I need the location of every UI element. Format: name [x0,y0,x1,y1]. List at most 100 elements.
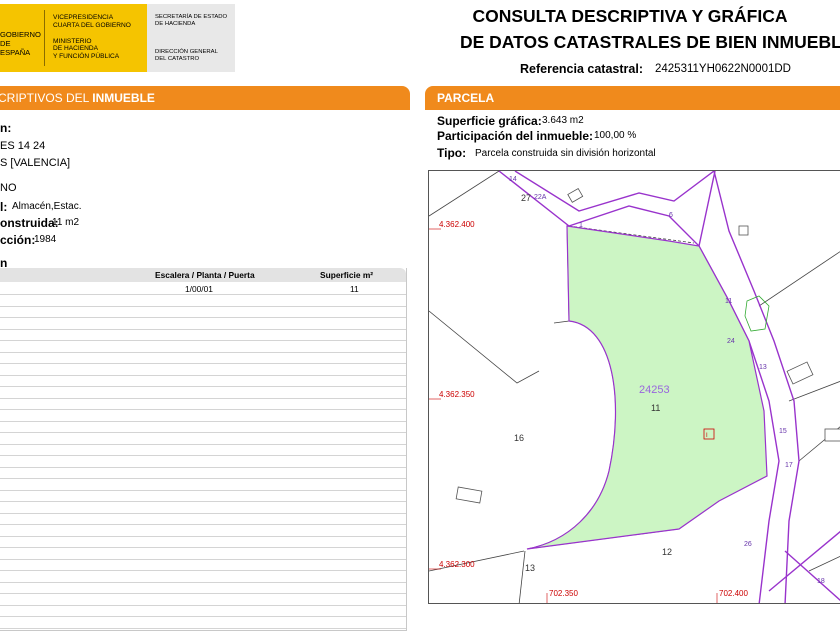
coord-y-label: 4.362.300 [439,560,475,569]
street-number: 26 [744,541,752,548]
localizacion-line1: ES 14 24 [0,140,46,152]
table-rule [0,478,406,479]
clase-value: NO [0,182,17,194]
boundary-line [429,310,540,384]
street-number: 1 [579,222,583,229]
road-edge [784,550,840,602]
table-rule [0,570,406,571]
neighbor-label: 13 [525,563,535,573]
table-rule [0,305,406,307]
localizacion-label: n: [0,121,12,135]
ref-catastral-label: Referencia catastral: [520,62,643,76]
road-edge [768,530,840,592]
table-rule [0,397,406,399]
street-number: 6 [669,212,673,219]
street-number: 14 [509,176,517,183]
coord-y-label: 4.362.350 [439,390,475,399]
logo-secretaria: SECRETARÍA DE ESTADO DE HACIENDA DIRECCI… [147,4,235,72]
logo-gobierno-line1: GOBIERNO [0,30,41,39]
table-rule [0,409,406,410]
table-rule [0,512,406,514]
logo-mid-line1: VICEPRESIDENCIA [53,14,114,21]
sup-grafica-value: 3.643 m2 [542,115,584,126]
map-svg: I 24253 11 27 16 12 13 14 22A 1 6 11 24 … [429,171,840,603]
coord-y-label: 4.362.400 [439,220,475,229]
building [738,225,749,236]
anio-value: 1984 [34,234,57,245]
logo-divider [44,10,45,66]
table-rule [0,466,406,468]
table-rule [0,627,406,629]
table-rule [0,455,406,456]
localizacion-line2: S [VALENCIA] [0,157,71,169]
table-rule [0,294,406,295]
building [824,428,840,442]
building [567,187,584,203]
road-edge [514,171,715,212]
table-rule [0,501,406,502]
boundary-line [518,550,526,603]
logo-right-line1: SECRETARÍA DE ESTADO [155,14,228,20]
construccion-table: Escalera / Planta / Puerta Superficie m²… [0,268,407,631]
section-bar-inmueble: CRIPTIVOS DEL INMUEBLE [0,86,410,110]
cadastral-map[interactable]: I 24253 11 27 16 12 13 14 22A 1 6 11 24 … [428,170,840,604]
parcel-id-label: 24253 [639,384,670,396]
col-planta-header: Escalera / Planta / Puerta [155,270,255,280]
street-number: 24 [727,338,735,345]
logo-mid-line4: MINISTERIO [53,37,92,45]
table-rule [0,616,406,617]
logo-right-line3: DIRECCIÓN GENERAL [155,49,218,55]
col-superficie-header: Superficie m² [320,270,374,280]
government-logo: GOBIERNO DE ESPAÑA VICEPRESIDENCIA CUART… [0,4,235,72]
uso-value: Almacén,Estac. [12,201,82,212]
ref-catastral-value: 2425311YH0622N0001DD [655,63,791,75]
table-rule [0,524,406,525]
table-rule [0,317,406,318]
table-rule [0,363,406,364]
parcel-num-label: 11 [651,403,660,413]
street-number: 17 [785,462,793,469]
sup-construida-value: 11 m2 [52,217,80,228]
logo-right-line2: DE HACIENDA [155,21,196,27]
table-rule [0,374,406,376]
section-title-prefix: CRIPTIVOS DEL [0,91,93,105]
boundary-line [788,380,840,402]
section-title-parcela: PARCELA [437,91,495,105]
tipo-value: Parcela construida sin división horizont… [475,148,656,159]
neighbor-label: 16 [514,433,524,443]
table-rule [0,443,406,445]
street-number: 18 [817,578,825,585]
page-title-line2: DE DATOS CATASTRALES DE BIEN INMUEBLE [460,32,840,52]
table-rule [0,328,406,330]
section-bar-parcela: PARCELA [425,86,840,110]
street-number: 22A [534,194,547,201]
coord-x-label: 702.400 [719,589,748,598]
street-number: 11 [725,298,732,305]
table-rule [0,340,406,341]
sup-construida-label: onstruida: [0,216,59,230]
logo-right-line4: DEL CATASTRO [155,56,200,62]
street-number: 15 [779,428,787,435]
boundary-line [808,556,840,572]
neighbor-label: 12 [662,547,672,557]
table-rule [0,489,406,491]
boundary-line [758,251,840,307]
street-number: 13 [759,364,767,371]
table-rule [0,547,406,548]
participacion-label: Participación del inmueble: [437,129,594,143]
table-rule [0,535,406,537]
table-rule [0,593,406,594]
section-title-inmueble: CRIPTIVOS DEL INMUEBLE [0,86,155,110]
building [786,361,814,385]
tipo-label: Tipo: [437,146,467,160]
uso-label: l: [0,200,8,214]
table-rule [0,351,406,353]
road-edge [698,171,716,247]
table-rule [0,432,406,433]
table-rule [0,420,406,422]
boundary-line [429,171,500,217]
anio-label: cción: [0,233,36,247]
building [455,486,483,504]
logo-gobierno-line2: DE ESPAÑA [0,39,31,57]
table-rule [0,604,406,606]
